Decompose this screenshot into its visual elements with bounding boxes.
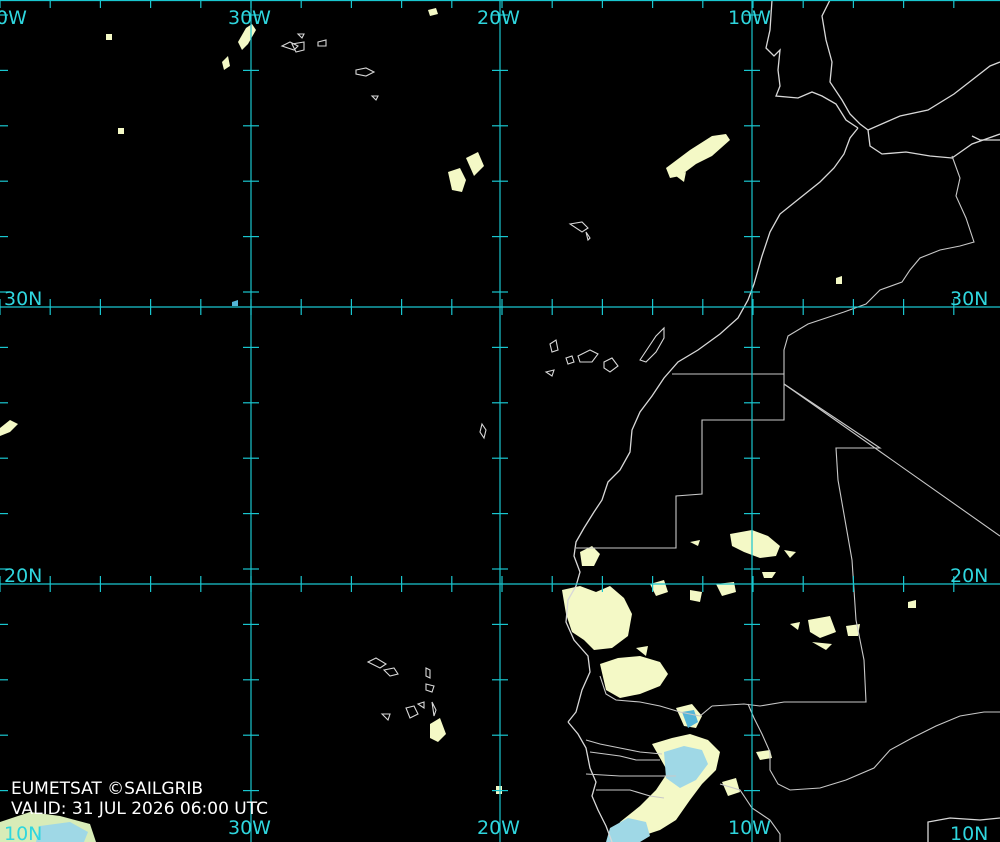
satellite-map: 0W 30W 20W 10W 30N 20N 30N 20N 10N 30W 2…: [0, 0, 1000, 842]
lon-label-30w-bottom: 30W: [228, 817, 271, 839]
lat-label-30n: 30N: [4, 288, 42, 310]
valid-time: VALID: 31 JUL 2026 06:00 UTC: [11, 799, 269, 819]
lat-label-20n-right: 20N: [950, 565, 988, 587]
lon-label-left: 0W: [0, 7, 27, 29]
lon-label-10w: 10W: [728, 7, 771, 29]
lat-label-20n: 20N: [4, 565, 42, 587]
lon-label-30w: 30W: [228, 7, 271, 29]
lat-label-10n-bottom-left: 10N: [4, 823, 42, 842]
lat-label-30n-right: 30N: [950, 288, 988, 310]
lon-label-20w-bottom: 20W: [477, 817, 520, 839]
lon-label-20w: 20W: [477, 7, 520, 29]
lat-label-10n-bottom-right: 10N: [950, 823, 988, 842]
lon-label-10w-bottom: 10W: [728, 817, 771, 839]
source-credit: EUMETSAT ©SAILGRIB: [11, 779, 204, 799]
